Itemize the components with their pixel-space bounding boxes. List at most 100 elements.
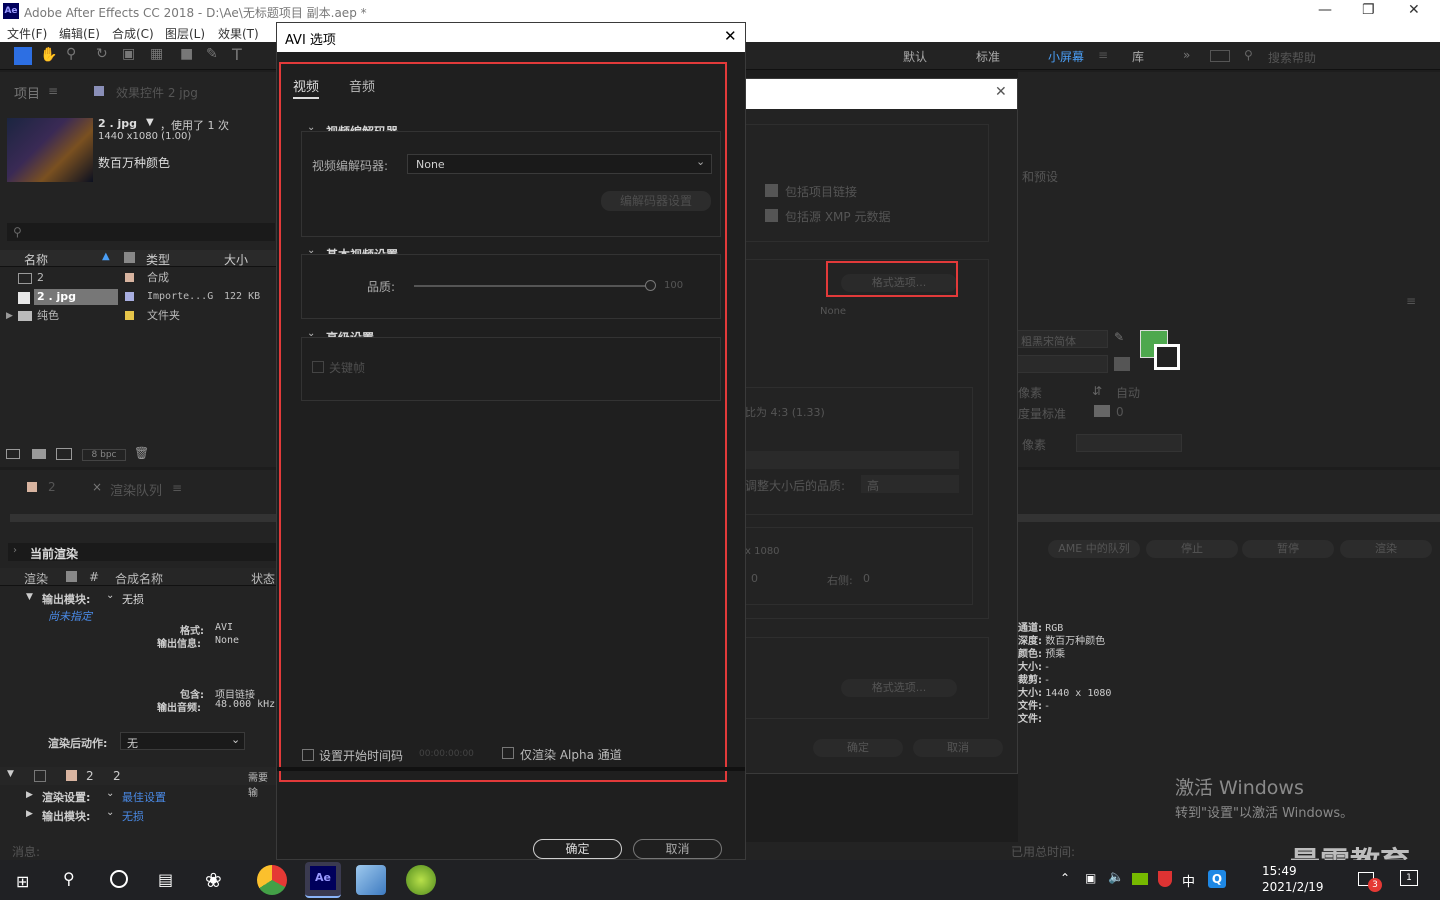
zoom-tool-icon[interactable]: ⚲ — [66, 46, 76, 62]
font-size-value[interactable]: 像素 — [1018, 384, 1042, 401]
stroke-color-swatch[interactable] — [1154, 344, 1180, 370]
collapse-icon[interactable]: ▼ — [26, 592, 33, 602]
chevron-down-icon[interactable]: ⌄ — [106, 788, 114, 799]
output-module2-value[interactable]: 无损 — [122, 808, 144, 824]
clock-time[interactable]: 15:49 — [1262, 864, 1297, 878]
network-icon[interactable]: ▣ — [1085, 871, 1096, 885]
codec-select[interactable]: None ⌄ — [407, 154, 712, 174]
resize-select[interactable] — [745, 451, 959, 469]
stop-button[interactable]: 停止 — [1146, 540, 1238, 558]
project-search-input[interactable]: ⚲ — [7, 223, 275, 241]
new-composition-icon[interactable] — [56, 448, 72, 460]
trash-icon[interactable]: 🗑 — [134, 446, 149, 460]
dropdown-icon[interactable]: ▼ — [146, 117, 154, 128]
close-icon[interactable]: ✕ — [724, 27, 737, 45]
comp-tab[interactable]: 2 — [48, 480, 56, 494]
font-family-select[interactable]: 粗黑宋简体 — [1014, 330, 1108, 348]
resize-quality-select[interactable]: 高 — [861, 475, 959, 493]
clock-date[interactable]: 2021/2/19 — [1262, 880, 1324, 894]
close-icon[interactable]: ✕ — [1408, 2, 1420, 18]
search-help-input[interactable]: 搜索帮助 — [1268, 49, 1316, 66]
timecode-value[interactable]: 00:00:00:00 — [419, 749, 474, 759]
workspace-default[interactable]: 默认 — [903, 48, 927, 65]
close-tab-icon[interactable]: × — [92, 480, 102, 494]
notification-center-icon[interactable]: 1 — [1400, 870, 1418, 886]
expand-icon[interactable]: ▶ — [26, 809, 33, 819]
hand-tool-icon[interactable]: ✋ — [40, 47, 57, 63]
more-workspaces-icon[interactable]: » — [1183, 48, 1190, 62]
app-icon[interactable]: ❀ — [205, 868, 222, 892]
collapse-icon[interactable]: ▼ — [7, 769, 14, 779]
stroke-width-value[interactable]: 像素 — [1022, 436, 1046, 453]
workspace-menu-icon[interactable]: ≡ — [1098, 48, 1108, 62]
ok-button[interactable]: 确定 — [533, 839, 622, 859]
security-shield-icon[interactable] — [1158, 871, 1172, 887]
include-xmp-checkbox[interactable] — [765, 209, 778, 222]
minimize-icon[interactable]: — — [1318, 2, 1332, 18]
camera-tool-icon[interactable]: ▣ — [122, 46, 135, 62]
quality-slider-handle[interactable] — [645, 280, 656, 291]
col-size[interactable]: 大小 — [224, 251, 248, 268]
after-effects-taskbar-icon[interactable]: Ae — [305, 862, 341, 898]
audio-format-options-button[interactable]: 格式选项... — [841, 679, 957, 697]
project-tab[interactable]: 项目 — [14, 83, 40, 102]
table-row[interactable]: 2 合成 — [0, 269, 276, 287]
cancel-button[interactable]: 取消 — [913, 739, 1003, 757]
chevron-down-icon[interactable]: ⌄ — [106, 590, 114, 601]
render-item-row[interactable]: ▼ 2 2 需要输 — [0, 767, 276, 799]
watermelon-icon[interactable] — [406, 865, 436, 895]
col-type[interactable]: 类型 — [146, 251, 170, 268]
notepad-icon[interactable] — [356, 865, 386, 895]
chevron-up-icon[interactable]: ⌃ — [1060, 871, 1070, 885]
cortana-icon[interactable] — [110, 870, 128, 888]
quality-value[interactable]: 100 — [664, 280, 683, 291]
stroke-color-icon[interactable] — [1114, 357, 1130, 371]
font-style-select[interactable] — [1014, 355, 1108, 373]
keyframe-checkbox[interactable] — [312, 361, 324, 373]
col-status[interactable]: 状态 — [251, 570, 275, 587]
ok-button[interactable]: 确定 — [813, 739, 903, 757]
eyedropper-icon[interactable]: ✎ — [1114, 330, 1124, 344]
render-settings-value[interactable]: 最佳设置 — [122, 789, 166, 805]
kerning-value[interactable]: 度量标准 — [1018, 405, 1066, 422]
tab-video[interactable]: 视频 — [293, 76, 320, 99]
render-button[interactable]: 渲染 — [1340, 540, 1432, 558]
menu-layer[interactable]: 图层(L) — [165, 25, 205, 42]
col-comp-name[interactable]: 合成名称 — [115, 570, 163, 587]
crop-right-value[interactable]: 0 — [863, 572, 870, 585]
tracking-value[interactable]: 0 — [1116, 405, 1124, 419]
col-render[interactable]: 渲染 — [24, 570, 48, 587]
task-view-icon[interactable]: ▤ — [158, 870, 173, 889]
render-queue-tab[interactable]: 渲染队列 — [110, 480, 162, 499]
new-folder-icon[interactable] — [32, 449, 46, 459]
leading-value[interactable]: 自动 — [1116, 384, 1140, 401]
text-tool-icon[interactable]: T — [232, 45, 242, 64]
label-column-icon[interactable] — [124, 252, 135, 263]
workspace-library[interactable]: 库 — [1132, 48, 1144, 65]
menu-edit[interactable]: 编辑(E) — [59, 25, 100, 42]
monitor-icon[interactable] — [1210, 50, 1230, 62]
codec-settings-button[interactable]: 编解码器设置 — [601, 191, 711, 211]
panel-menu-icon[interactable]: ≡ — [1406, 294, 1416, 308]
col-name[interactable]: 名称 — [24, 251, 48, 268]
expand-icon[interactable]: ▶ — [26, 790, 33, 800]
expand-icon[interactable]: › — [13, 545, 17, 556]
tab-audio[interactable]: 音频 — [349, 76, 375, 95]
table-row[interactable]: 2 . jpg Importe...G 122 KB — [0, 288, 276, 306]
ame-queue-button[interactable]: AME 中的队列 — [1048, 540, 1140, 558]
ime-indicator[interactable]: 中 — [1182, 871, 1195, 890]
menu-effect[interactable]: 效果(T) — [218, 25, 259, 42]
table-row[interactable]: ▶ 纯色 文件夹 — [0, 307, 276, 325]
panel-menu-icon[interactable]: ≡ — [48, 84, 58, 98]
output-module-value[interactable]: 无损 — [122, 591, 144, 607]
search-icon[interactable]: ⚲ — [63, 869, 75, 888]
start-timecode-checkbox[interactable] — [302, 749, 314, 761]
shape-tool-icon[interactable]: ■ — [180, 46, 193, 62]
pause-button[interactable]: 暂停 — [1242, 540, 1334, 558]
rotate-tool-icon[interactable]: ↻ — [96, 46, 108, 62]
cancel-button[interactable]: 取消 — [633, 839, 722, 859]
menu-composition[interactable]: 合成(C) — [112, 25, 154, 42]
sort-asc-icon[interactable]: ▲ — [102, 251, 110, 262]
menu-file[interactable]: 文件(F) — [7, 25, 47, 42]
close-icon[interactable]: ✕ — [995, 84, 1007, 100]
